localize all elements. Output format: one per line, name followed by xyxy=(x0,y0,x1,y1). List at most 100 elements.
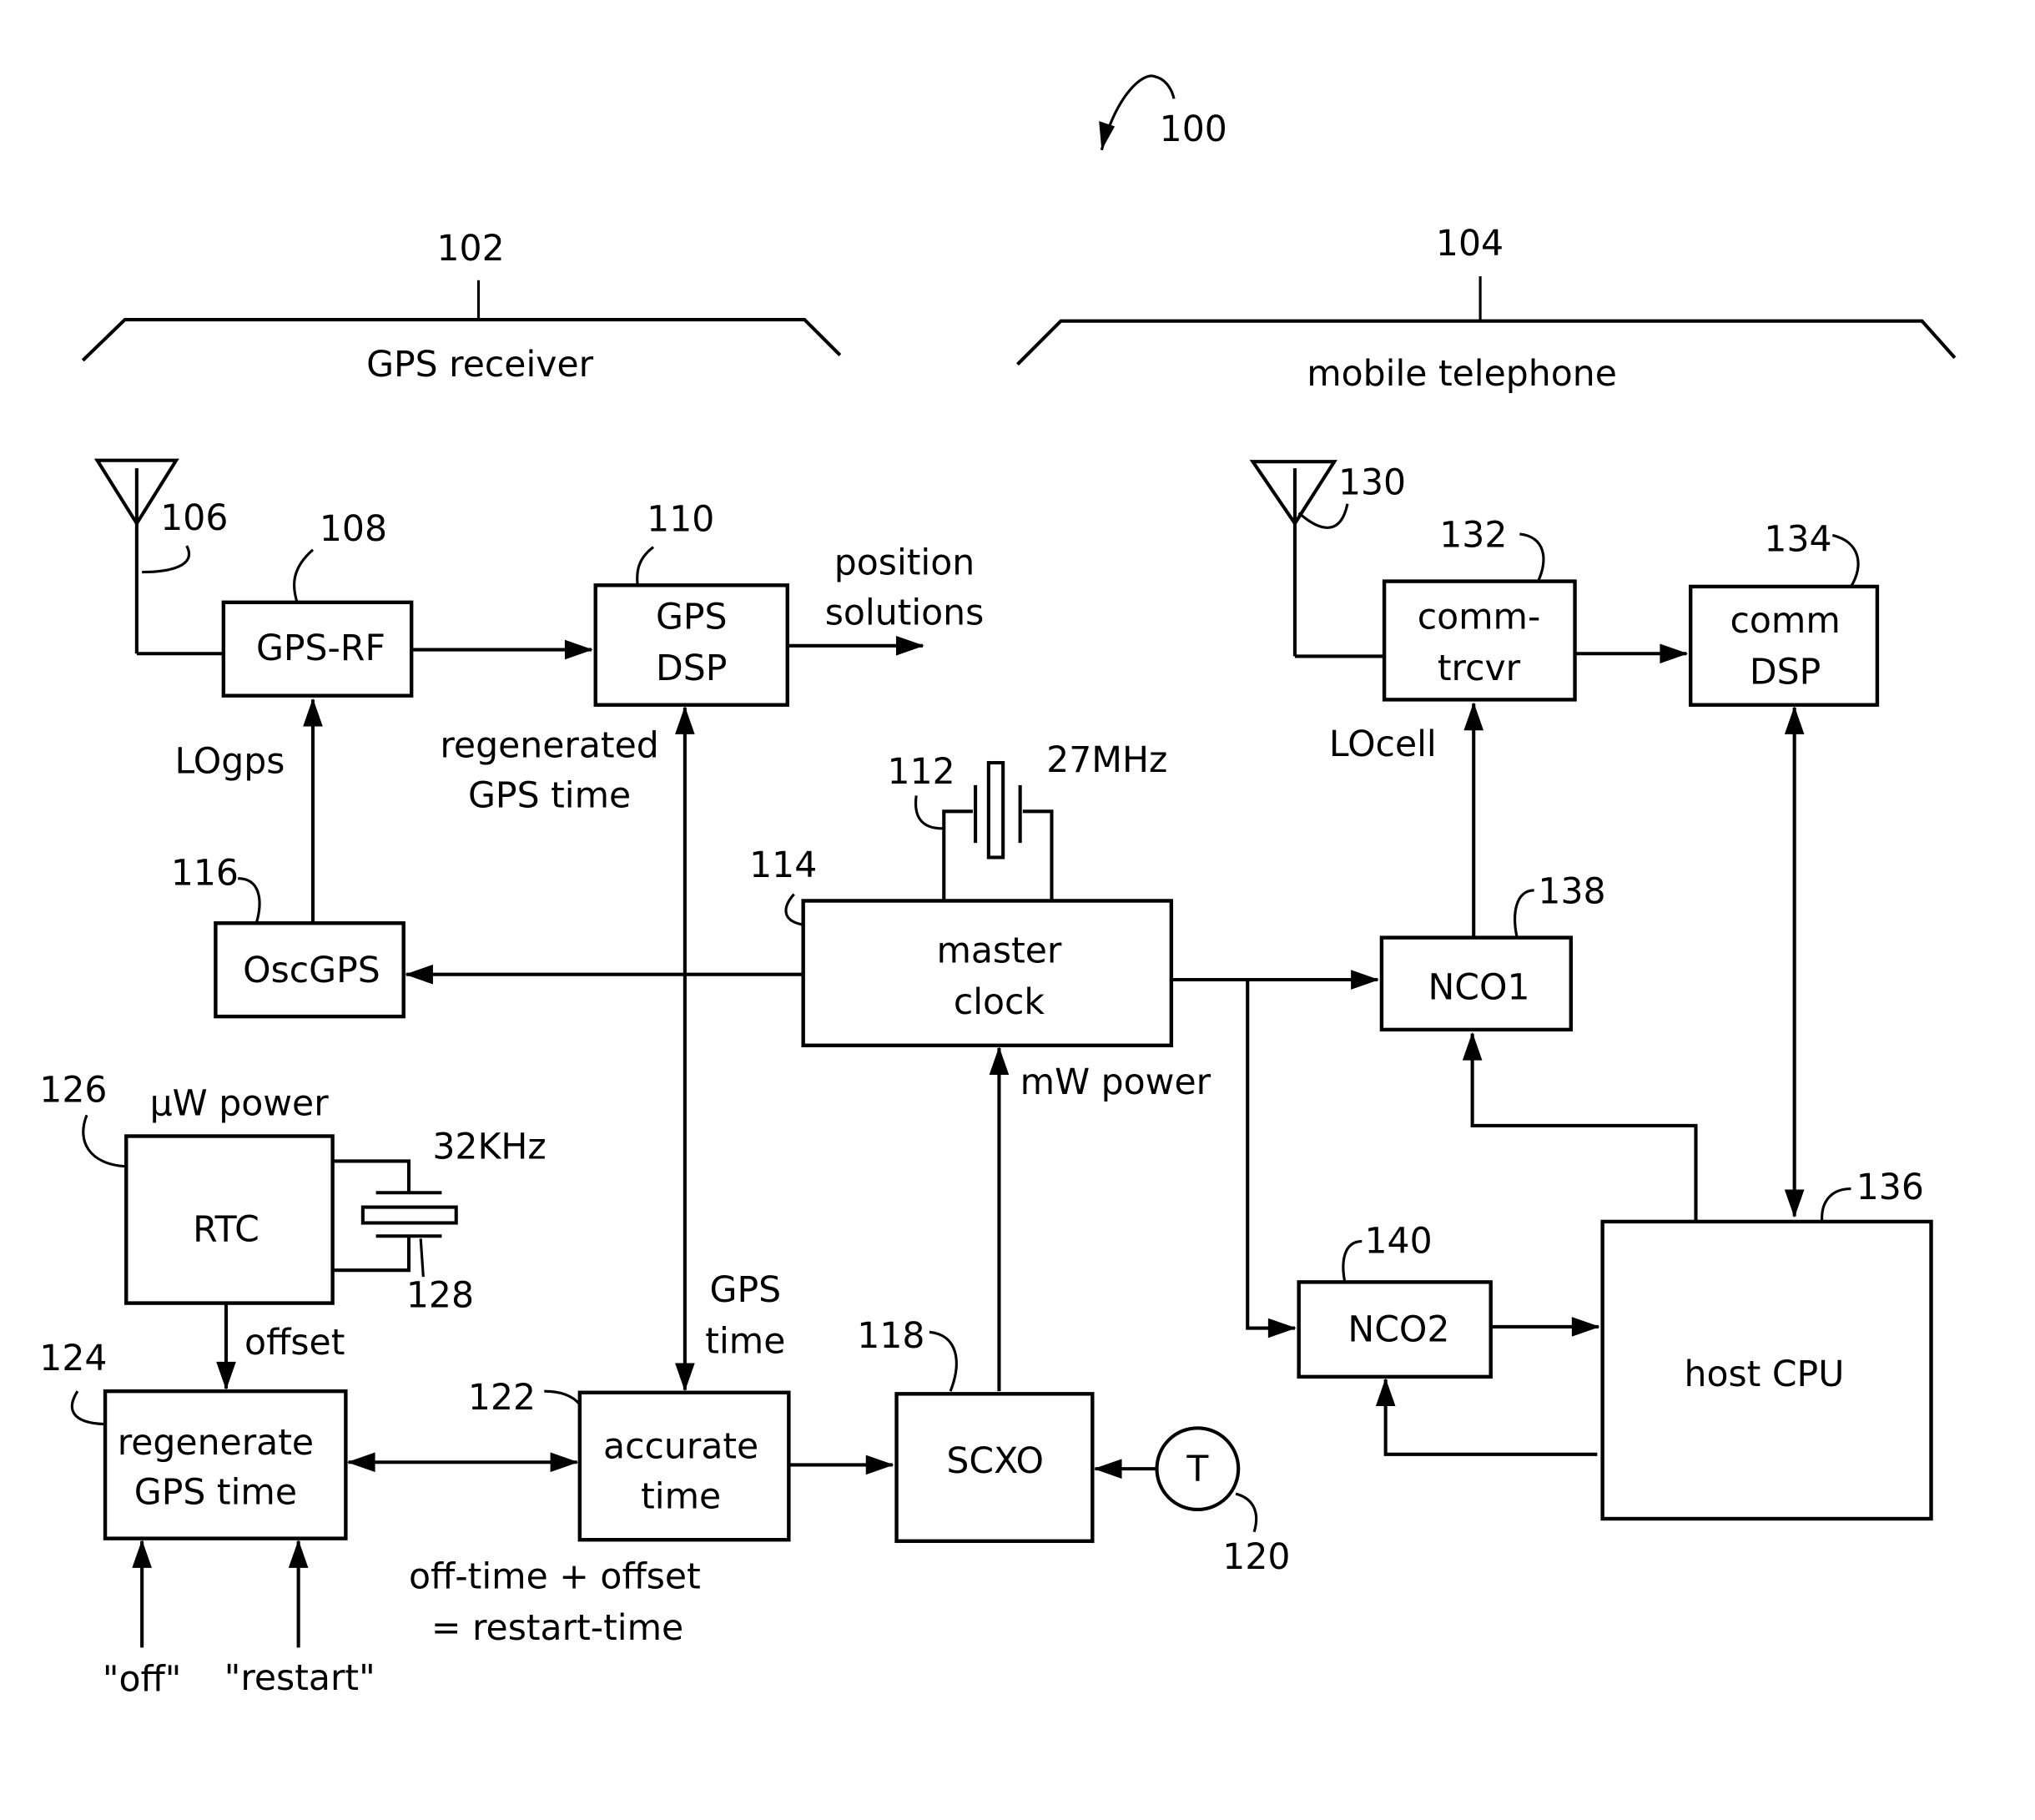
off-label: "off" xyxy=(103,1659,181,1700)
crystal-32khz-label: 32KHz xyxy=(432,1127,546,1167)
rtc-leader xyxy=(82,1114,125,1168)
rtc-label: RTC xyxy=(193,1210,259,1251)
gps-antenna: 106 xyxy=(93,458,228,656)
accurate-label-2: time xyxy=(641,1476,721,1517)
block-diagram: 100 102 GPS receiver 104 mobile telephon… xyxy=(39,74,1957,1700)
arrow-hostcpu-to-nco1 xyxy=(1462,1031,1698,1221)
crystal-27mhz: 112 27MHz xyxy=(888,740,1167,901)
figure-ref-label: 100 xyxy=(1160,109,1227,150)
accurate-ref: 122 xyxy=(468,1378,536,1419)
temperature-sensor-label: T xyxy=(1186,1449,1209,1490)
nco2-leader xyxy=(1342,1239,1363,1283)
block-regenerate-gps-time: regenerate GPS time 124 xyxy=(39,1339,348,1540)
osc-gps-label: OscGPS xyxy=(243,950,380,991)
block-scxo: SCXO 118 xyxy=(857,1316,1095,1543)
cell-antenna-ref: 130 xyxy=(1338,463,1406,504)
nco1-leader xyxy=(1514,889,1534,938)
master-clock-label-1: master xyxy=(936,931,1061,972)
regen-gps-time-label-2: GPS time xyxy=(468,776,631,817)
group-gps-receiver: 102 GPS receiver xyxy=(81,229,842,386)
comm-trcvr-label-1: comm- xyxy=(1418,597,1541,638)
block-comm-dsp: comm DSP 134 xyxy=(1688,519,1880,707)
crystal-27mhz-label: 27MHz xyxy=(1046,740,1167,781)
figure-ref-100: 100 xyxy=(1099,74,1227,151)
accurate-label-1: accurate xyxy=(603,1427,758,1468)
group-mobile-telephone: 104 mobile telephone xyxy=(1016,224,1957,395)
group-mobile-telephone-label: mobile telephone xyxy=(1307,354,1617,395)
arrow-hostcpu-to-nco2 xyxy=(1375,1378,1598,1456)
rtc-ref: 126 xyxy=(39,1071,107,1112)
osc-gps-leader xyxy=(238,877,261,924)
host-cpu-ref: 136 xyxy=(1856,1167,1924,1208)
gps-dsp-label-1: GPS xyxy=(656,597,728,638)
block-osc-gps: OscGPS 116 xyxy=(171,854,405,1019)
crystal-27mhz-icon xyxy=(986,760,1005,860)
nco2-ref: 140 xyxy=(1364,1222,1432,1263)
block-gps-rf: GPS-RF 108 xyxy=(221,509,414,698)
gps-antenna-ref: 106 xyxy=(160,498,228,539)
gps-time-label-2: time xyxy=(705,1321,785,1362)
block-comm-trcvr: comm- trcvr 132 xyxy=(1382,516,1577,702)
group-gps-receiver-ref: 102 xyxy=(436,229,504,270)
lo-gps-label: LOgps xyxy=(175,742,285,783)
mw-power-label: mW power xyxy=(1020,1062,1211,1103)
nco2-label: NCO2 xyxy=(1347,1309,1449,1350)
crystal-32khz-leader xyxy=(419,1238,425,1278)
equation-label-1: off-time + offset xyxy=(409,1557,701,1598)
crystal-32khz: 32KHz 128 xyxy=(332,1127,547,1316)
arrow-master-to-nco2 xyxy=(1246,980,1297,1339)
block-gps-dsp: GPS DSP 110 xyxy=(593,500,789,707)
comm-trcvr-ref: 132 xyxy=(1439,516,1507,557)
crystal-27mhz-leader xyxy=(914,795,943,830)
nco1-label: NCO1 xyxy=(1428,968,1529,1009)
comm-dsp-label-1: comm xyxy=(1730,601,1840,642)
master-clock-ref: 114 xyxy=(749,845,817,886)
block-accurate-time: accurate time 122 xyxy=(468,1378,791,1542)
regen-label-1: regenerate xyxy=(118,1423,314,1464)
master-clock-leader xyxy=(784,893,803,926)
comm-dsp-leader xyxy=(1831,533,1860,587)
block-master-clock: master clock 114 xyxy=(749,845,1174,1047)
crystal-27mhz-ref: 112 xyxy=(888,752,955,793)
scxo-ref: 118 xyxy=(857,1316,924,1357)
group-gps-receiver-label: GPS receiver xyxy=(366,345,594,386)
position-label-2: solutions xyxy=(825,593,985,634)
regen-label-2: GPS time xyxy=(134,1473,297,1514)
temperature-sensor: T 120 xyxy=(1093,1426,1290,1578)
gps-rf-ref: 108 xyxy=(320,509,387,550)
comm-trcvr-label-2: trcvr xyxy=(1438,648,1521,689)
gps-dsp-ref: 110 xyxy=(647,500,714,541)
scxo-label: SCXO xyxy=(946,1441,1044,1482)
host-cpu-leader xyxy=(1821,1187,1851,1223)
group-mobile-telephone-ref: 104 xyxy=(1436,224,1504,265)
crystal-32khz-icon xyxy=(360,1205,458,1225)
gps-antenna-leader xyxy=(142,545,190,574)
nco1-ref: 138 xyxy=(1538,872,1605,913)
gps-rf-leader xyxy=(293,548,315,603)
equation-label-2: = restart-time xyxy=(431,1608,683,1649)
block-host-cpu: host CPU 136 xyxy=(1600,1167,1933,1521)
crystal-32khz-ref: 128 xyxy=(406,1275,474,1316)
regen-gps-time-label-1: regenerated xyxy=(440,726,658,767)
offset-label: offset xyxy=(244,1323,345,1364)
comm-dsp-ref: 134 xyxy=(1764,519,1831,560)
gps-dsp-leader xyxy=(636,546,655,586)
osc-gps-ref: 116 xyxy=(171,854,239,895)
regen-leader xyxy=(70,1390,104,1426)
restart-label: "restart" xyxy=(224,1658,375,1699)
master-clock-label-2: clock xyxy=(954,982,1045,1023)
uw-power-label: µW power xyxy=(150,1083,330,1124)
gps-rf-label: GPS-RF xyxy=(256,628,385,669)
host-cpu-label: host CPU xyxy=(1685,1354,1845,1395)
block-rtc: RTC 126 µW power xyxy=(39,1071,335,1305)
comm-trcvr-leader xyxy=(1519,532,1545,582)
figure-leader-arrowhead xyxy=(1099,121,1116,150)
gps-dsp-label-2: DSP xyxy=(656,648,727,689)
block-nco2: NCO2 140 xyxy=(1297,1222,1493,1379)
position-label-1: position xyxy=(834,543,975,584)
accurate-leader xyxy=(544,1389,582,1405)
gps-time-label-1: GPS xyxy=(710,1270,782,1311)
regen-ref: 124 xyxy=(39,1339,107,1379)
lo-cell-label: LOcell xyxy=(1329,724,1437,765)
temperature-sensor-ref: 120 xyxy=(1222,1537,1290,1578)
